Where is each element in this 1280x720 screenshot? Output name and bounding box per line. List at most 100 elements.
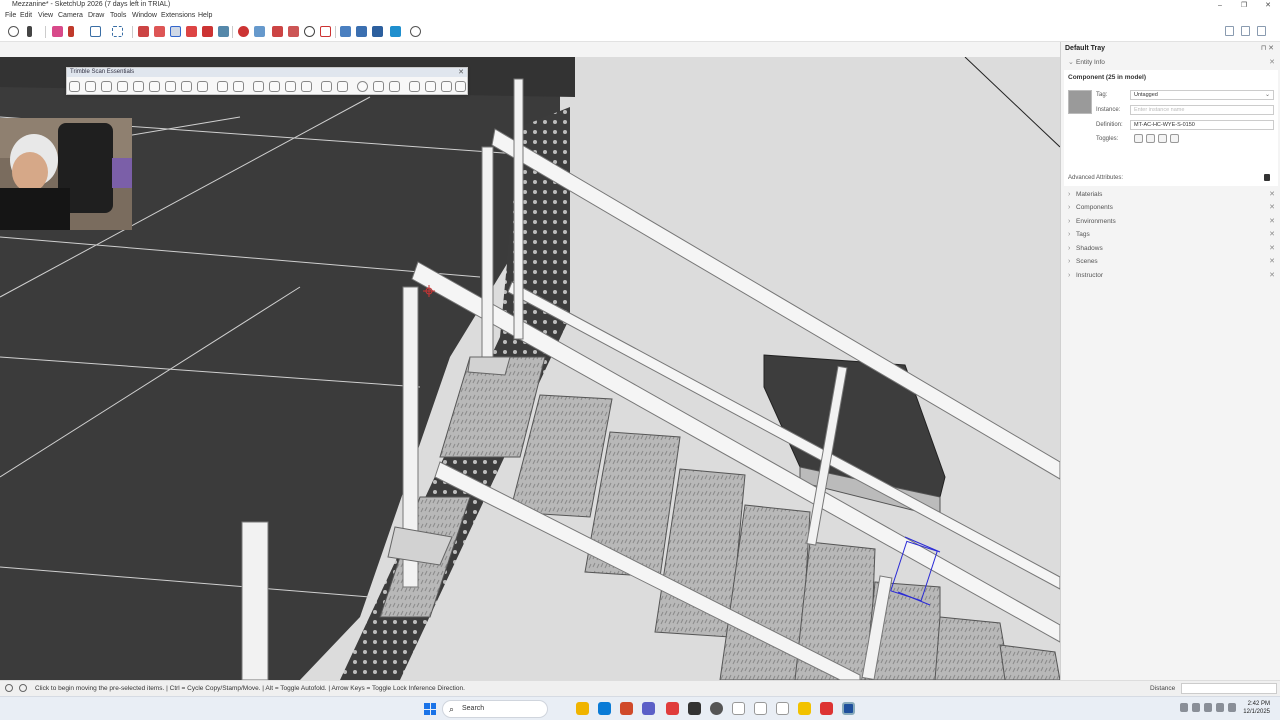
magnet-icon[interactable] <box>233 81 244 92</box>
geolocation-icon[interactable] <box>5 684 13 692</box>
panel-components[interactable]: › Components ✕ <box>1064 202 1278 214</box>
menu-draw[interactable]: Draw <box>88 12 104 19</box>
hexagon-icon[interactable] <box>269 81 280 92</box>
shape-icon[interactable] <box>373 81 384 92</box>
menu-file[interactable]: File <box>5 12 16 19</box>
shadow-cast-icon[interactable] <box>1158 134 1167 143</box>
shape-tool-icon[interactable] <box>112 26 123 37</box>
panel-materials[interactable]: › Materials ✕ <box>1064 189 1278 201</box>
droplet-icon[interactable] <box>165 81 176 92</box>
plus-icon[interactable] <box>357 81 368 92</box>
push-pull-icon[interactable] <box>138 26 149 37</box>
rotate-icon[interactable] <box>186 26 197 37</box>
eye-icon[interactable] <box>1134 134 1143 143</box>
lock-icon[interactable] <box>1264 174 1270 181</box>
model-viewport[interactable] <box>0 57 1060 680</box>
droplet-icon[interactable] <box>149 81 160 92</box>
mic-icon[interactable] <box>1192 703 1200 712</box>
droplet-icon[interactable] <box>133 81 144 92</box>
close-icon[interactable] <box>101 81 112 92</box>
volume-icon[interactable] <box>1216 703 1224 712</box>
gear-icon[interactable] <box>85 81 96 92</box>
instance-field[interactable]: Enter instance name <box>1130 105 1274 115</box>
menu-extensions[interactable]: Extensions <box>161 12 195 19</box>
panel-entity-info[interactable]: ⌄ Entity Info ✕ <box>1064 57 1278 69</box>
definition-field[interactable]: MT-AC-HC-WYE-S-0150 <box>1130 120 1274 130</box>
close-icon[interactable]: ✕ <box>1269 270 1275 282</box>
panel-environments[interactable]: › Environments ✕ <box>1064 216 1278 228</box>
magnet-icon[interactable] <box>217 81 228 92</box>
panel-instructor[interactable]: › Instructor ✕ <box>1064 270 1278 282</box>
droplet-icon[interactable] <box>117 81 128 92</box>
sketchup-icon[interactable] <box>842 702 855 715</box>
account-icon[interactable] <box>410 26 421 37</box>
extension-warehouse-icon[interactable] <box>356 26 367 37</box>
menu-help[interactable]: Help <box>198 12 212 19</box>
close-icon[interactable]: ✕ <box>1269 189 1275 201</box>
droplet-icon[interactable] <box>181 81 192 92</box>
close-button[interactable]: ✕ <box>1256 0 1280 11</box>
file-explorer-icon[interactable] <box>576 702 589 715</box>
layer-icon[interactable] <box>425 81 436 92</box>
taskbar-search[interactable]: ⌕ Search <box>442 700 548 718</box>
chevron-up-icon[interactable] <box>1180 703 1188 712</box>
offset-icon[interactable] <box>218 26 229 37</box>
layer-icon[interactable] <box>409 81 420 92</box>
chrome-icon[interactable] <box>820 702 833 715</box>
layer-icon[interactable] <box>441 81 452 92</box>
select-tool-icon[interactable] <box>27 26 32 37</box>
close-icon[interactable]: ✕ <box>1269 229 1275 241</box>
obs-icon[interactable] <box>710 702 723 715</box>
document-icon[interactable] <box>1225 26 1234 36</box>
move-tool-icon[interactable] <box>170 26 181 37</box>
document-icon[interactable] <box>754 702 767 715</box>
distance-input[interactable] <box>1181 683 1277 694</box>
close-icon[interactable]: ✕ <box>1269 202 1275 214</box>
zoom-icon[interactable] <box>304 26 315 37</box>
material-swatch[interactable] <box>1068 90 1092 114</box>
edge-icon[interactable] <box>598 702 611 715</box>
move-icon[interactable] <box>321 81 332 92</box>
search-icon[interactable] <box>8 26 19 37</box>
clock[interactable]: 2:42 PM 12/1/2025 <box>1238 700 1270 716</box>
zoom-extents-icon[interactable] <box>320 26 331 37</box>
lock-icon[interactable] <box>1146 134 1155 143</box>
move-icon[interactable] <box>337 81 348 92</box>
warehouse-icon[interactable] <box>340 26 351 37</box>
info-icon[interactable] <box>19 684 27 692</box>
document-icon[interactable] <box>732 702 745 715</box>
menu-camera[interactable]: Camera <box>58 12 83 19</box>
hexagon-icon[interactable] <box>253 81 264 92</box>
line-tool-icon[interactable] <box>90 26 101 37</box>
menu-view[interactable]: View <box>38 12 53 19</box>
eraser-icon[interactable] <box>52 26 63 37</box>
menu-tools[interactable]: Tools <box>110 12 126 19</box>
follow-me-icon[interactable] <box>154 26 165 37</box>
minimize-button[interactable]: – <box>1208 0 1232 11</box>
panel-shadows[interactable]: › Shadows ✕ <box>1064 243 1278 255</box>
close-icon[interactable]: ✕ <box>1269 256 1275 268</box>
battery-icon[interactable] <box>1228 703 1236 712</box>
pencil-icon[interactable] <box>68 26 74 37</box>
points-icon[interactable] <box>197 81 208 92</box>
dimension-icon[interactable] <box>254 26 265 37</box>
close-icon[interactable]: ✕ <box>458 68 464 76</box>
layout-icon[interactable] <box>372 26 383 37</box>
trimble-connect-icon[interactable] <box>390 26 401 37</box>
office-icon[interactable] <box>620 702 633 715</box>
app-icon[interactable] <box>688 702 701 715</box>
close-icon[interactable]: ✕ <box>1269 243 1275 255</box>
circle-icon[interactable] <box>285 81 296 92</box>
folder-icon[interactable] <box>69 81 80 92</box>
hexagon-icon[interactable] <box>301 81 312 92</box>
maximize-button[interactable]: ❐ <box>1232 0 1256 11</box>
tray-title-icons[interactable]: ⊓ ✕ <box>1261 44 1274 52</box>
network-icon[interactable] <box>1204 703 1212 712</box>
scan-essentials-toolbar[interactable]: Trimble Scan Essentials ✕ <box>66 67 468 95</box>
teams-icon[interactable] <box>642 702 655 715</box>
windows-start-icon[interactable] <box>424 703 436 715</box>
text-icon[interactable] <box>288 26 299 37</box>
close-icon[interactable]: ✕ <box>1269 57 1275 69</box>
menu-window[interactable]: Window <box>132 12 157 19</box>
document-icon[interactable] <box>776 702 789 715</box>
